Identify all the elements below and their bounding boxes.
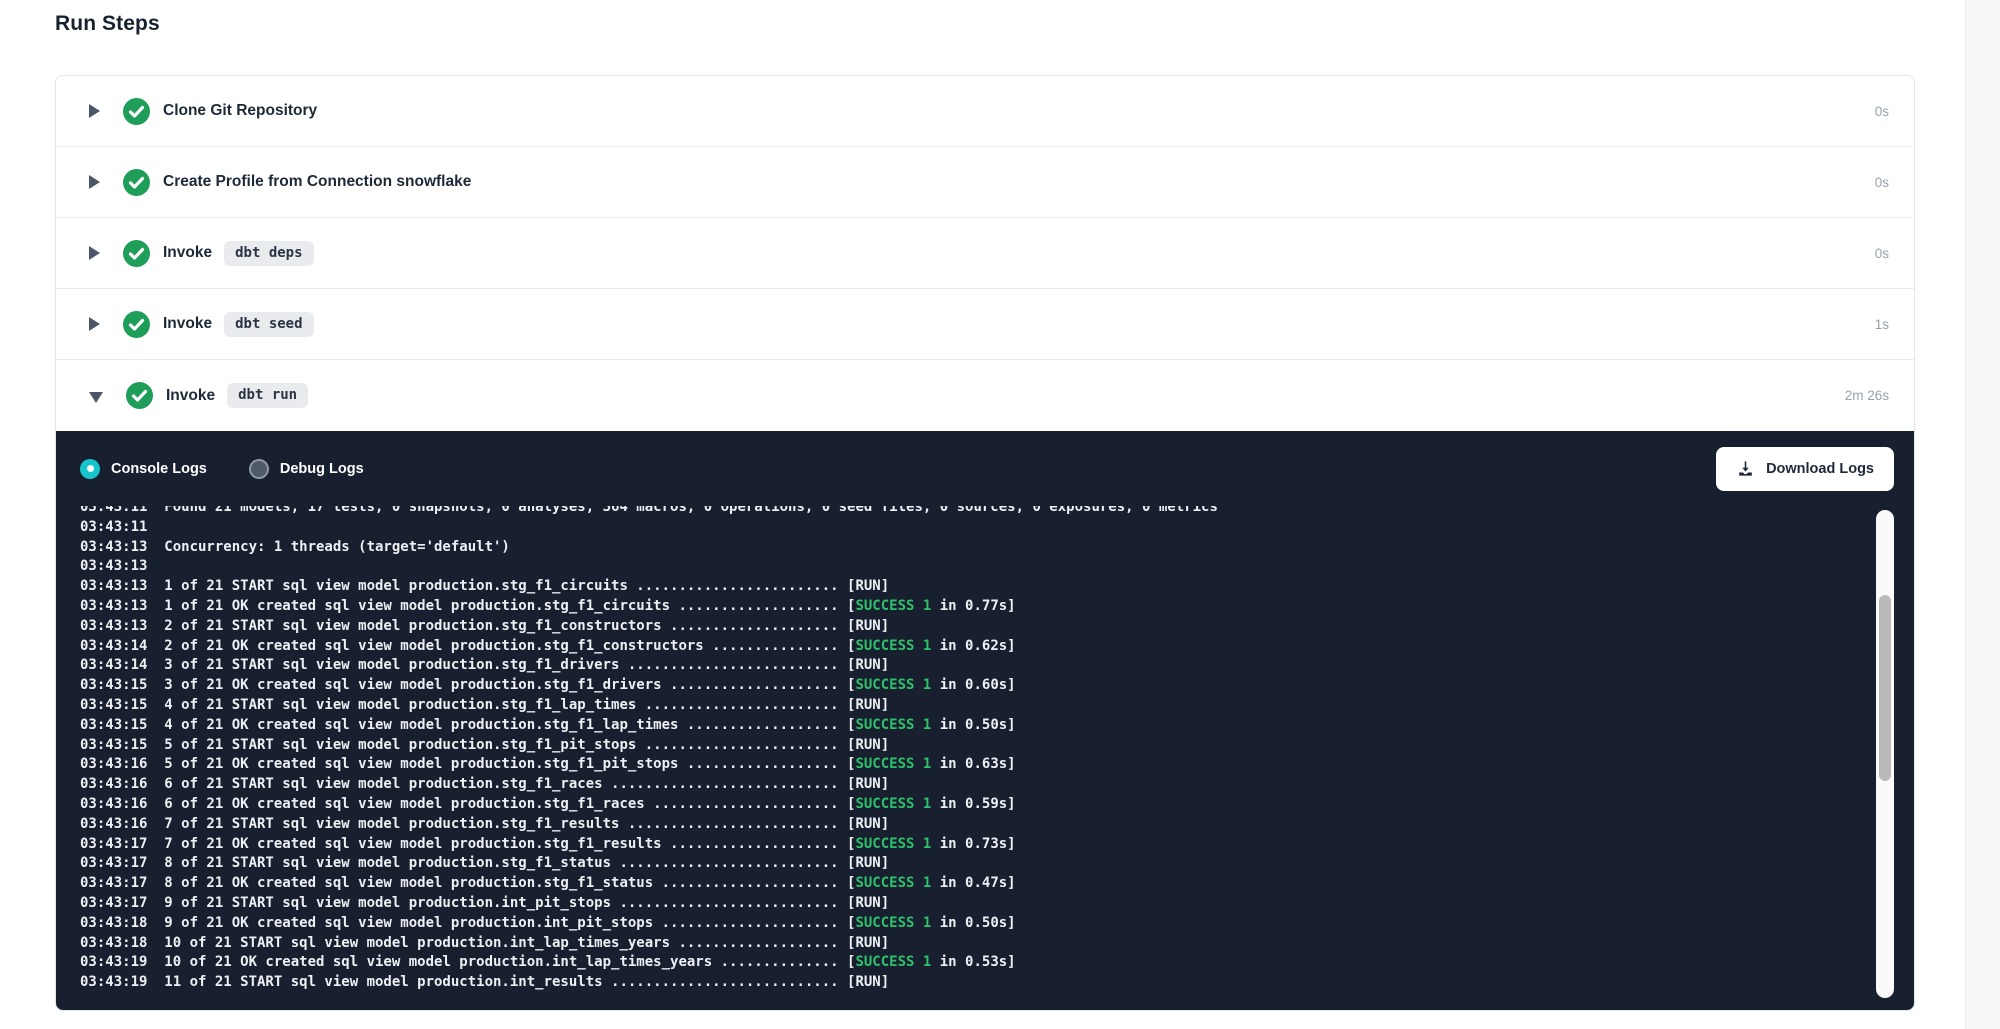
step-command-badge: dbt run bbox=[227, 383, 308, 408]
log-line: 03:43:16 6 of 21 OK created sql view mod… bbox=[80, 795, 1874, 815]
expand-caret-icon[interactable] bbox=[89, 317, 100, 331]
step-command-badge: dbt seed bbox=[224, 312, 313, 337]
step-command-badge: dbt deps bbox=[224, 241, 313, 266]
log-line: 03:43:16 6 of 21 START sql view model pr… bbox=[80, 775, 1874, 795]
log-line: 03:43:13 1 of 21 OK created sql view mod… bbox=[80, 597, 1874, 617]
step-label: Invoke bbox=[163, 315, 212, 333]
step-duration: 0s bbox=[1875, 246, 1889, 261]
log-line: 03:43:16 7 of 21 START sql view model pr… bbox=[80, 815, 1874, 835]
step-success-icon bbox=[123, 311, 150, 338]
log-line: 03:43:13 Concurrency: 1 threads (target=… bbox=[80, 538, 1874, 558]
steps-list: Clone Git Repository 0s Create Profile f… bbox=[56, 76, 1914, 431]
log-scrollbar-thumb[interactable] bbox=[1879, 595, 1891, 781]
log-line: 03:43:18 9 of 21 OK created sql view mod… bbox=[80, 914, 1874, 934]
step-success-icon bbox=[123, 98, 150, 125]
step-duration: 0s bbox=[1875, 175, 1889, 190]
log-line: 03:43:19 10 of 21 OK created sql view mo… bbox=[80, 953, 1874, 973]
log-line: 03:43:13 1 of 21 START sql view model pr… bbox=[80, 577, 1874, 597]
log-panel-header: Console Logs Debug Logs Download Logs bbox=[56, 431, 1914, 506]
console-log-output: 03:43:11 Found 21 models, 17 tests, 0 sn… bbox=[80, 506, 1874, 993]
step-row[interactable]: Create Profile from Connection snowflake… bbox=[56, 147, 1914, 218]
log-line: 03:43:11 bbox=[80, 518, 1874, 538]
log-line: 03:43:13 bbox=[80, 557, 1874, 577]
log-line: 03:43:17 7 of 21 OK created sql view mod… bbox=[80, 835, 1874, 855]
log-line: 03:43:17 8 of 21 OK created sql view mod… bbox=[80, 874, 1874, 894]
log-tabs: Console Logs Debug Logs bbox=[80, 459, 406, 479]
step-row[interactable]: Invoke dbt seed 1s bbox=[56, 289, 1914, 360]
debug-logs-radio[interactable]: Debug Logs bbox=[249, 459, 364, 479]
step-label: Invoke bbox=[166, 387, 215, 405]
step-label: Invoke bbox=[163, 244, 212, 262]
page-title: Run Steps bbox=[55, 12, 160, 36]
log-line: 03:43:14 2 of 21 OK created sql view mod… bbox=[80, 637, 1874, 657]
step-success-icon bbox=[123, 169, 150, 196]
right-side-panel bbox=[1965, 0, 2000, 1029]
step-success-icon bbox=[123, 240, 150, 267]
expand-caret-icon[interactable] bbox=[89, 246, 100, 260]
console-logs-radio[interactable]: Console Logs bbox=[80, 459, 207, 479]
step-row[interactable]: Invoke dbt run 2m 26s bbox=[56, 360, 1914, 431]
log-line: 03:43:18 10 of 21 START sql view model p… bbox=[80, 934, 1874, 954]
log-line: 03:43:14 3 of 21 START sql view model pr… bbox=[80, 656, 1874, 676]
log-viewport[interactable]: 03:43:11 Found 21 models, 17 tests, 0 sn… bbox=[56, 506, 1874, 1004]
log-line: 03:43:17 9 of 21 START sql view model pr… bbox=[80, 894, 1874, 914]
page: Run Steps Clone Git Repository 0s bbox=[0, 0, 2000, 1029]
log-panel: Console Logs Debug Logs Download Logs 03… bbox=[56, 431, 1914, 1011]
log-tab-label: Console Logs bbox=[111, 461, 207, 477]
step-row[interactable]: Invoke dbt deps 0s bbox=[56, 218, 1914, 289]
expand-caret-icon[interactable] bbox=[89, 175, 100, 189]
log-line: 03:43:16 5 of 21 OK created sql view mod… bbox=[80, 755, 1874, 775]
log-scrollbar[interactable] bbox=[1876, 510, 1894, 998]
step-success-icon bbox=[126, 382, 153, 409]
log-line: 03:43:15 5 of 21 START sql view model pr… bbox=[80, 736, 1874, 756]
radio-circle-icon[interactable] bbox=[249, 459, 269, 479]
expand-caret-icon[interactable] bbox=[89, 104, 100, 118]
download-icon bbox=[1736, 459, 1755, 478]
download-logs-label: Download Logs bbox=[1766, 461, 1874, 477]
log-line: 03:43:15 4 of 21 START sql view model pr… bbox=[80, 696, 1874, 716]
step-label: Create Profile from Connection snowflake bbox=[163, 173, 471, 191]
step-row[interactable]: Clone Git Repository 0s bbox=[56, 76, 1914, 147]
log-tab-label: Debug Logs bbox=[280, 461, 364, 477]
log-line: 03:43:11 Found 21 models, 17 tests, 0 sn… bbox=[80, 506, 1874, 518]
download-logs-button[interactable]: Download Logs bbox=[1716, 447, 1894, 491]
radio-circle-icon[interactable] bbox=[80, 459, 100, 479]
step-duration: 0s bbox=[1875, 104, 1889, 119]
log-line: 03:43:19 11 of 21 START sql view model p… bbox=[80, 973, 1874, 993]
log-line: 03:43:15 3 of 21 OK created sql view mod… bbox=[80, 676, 1874, 696]
log-line: 03:43:17 8 of 21 START sql view model pr… bbox=[80, 854, 1874, 874]
step-duration: 1s bbox=[1875, 317, 1889, 332]
step-label: Clone Git Repository bbox=[163, 102, 317, 120]
step-duration: 2m 26s bbox=[1845, 388, 1889, 403]
log-line: 03:43:13 2 of 21 START sql view model pr… bbox=[80, 617, 1874, 637]
expand-caret-icon[interactable] bbox=[89, 392, 103, 403]
log-line: 03:43:15 4 of 21 OK created sql view mod… bbox=[80, 716, 1874, 736]
run-steps-card: Clone Git Repository 0s Create Profile f… bbox=[55, 75, 1915, 1011]
